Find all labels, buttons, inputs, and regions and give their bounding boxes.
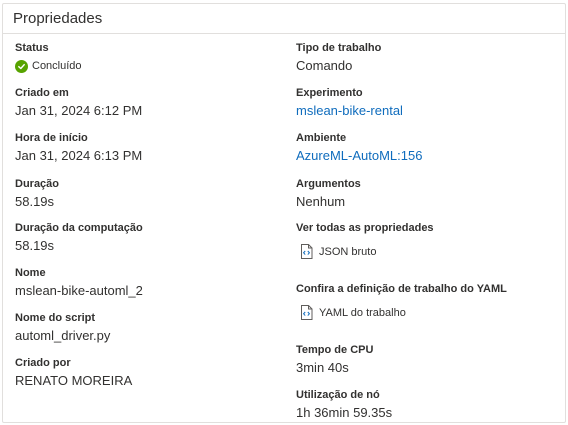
status-label: Status (15, 42, 49, 54)
yaml-link[interactable]: YAML do trabalho (300, 305, 507, 320)
script-field: Nome do script automl_driver.py (15, 312, 110, 344)
name-field: Nome mslean-bike-automl_2 (15, 267, 143, 299)
properties-panel: Propriedades Status Concluído Criado em … (2, 3, 566, 423)
status-field: Status Concluído (15, 42, 82, 74)
yaml-link-text[interactable]: YAML do trabalho (319, 307, 406, 319)
panel-header: Propriedades (3, 4, 565, 34)
created-field: Criado em Jan 31, 2024 6:12 PM (15, 87, 142, 119)
file-code-icon (300, 305, 313, 320)
job-type-field: Tipo de trabalho Comando (296, 42, 381, 74)
script-value: automl_driver.py (15, 328, 111, 343)
created-label: Criado em (15, 87, 69, 99)
node-usage-field: Utilização de nó 1h 36min 59.35s (296, 389, 392, 421)
node-usage-value: 1h 36min 59.35s (296, 405, 393, 420)
created-by-field: Criado por RENATO MOREIRA (15, 357, 132, 389)
raw-json-link-text[interactable]: JSON bruto (319, 246, 376, 258)
compute-duration-field: Duração da computação 58.19s (15, 222, 143, 254)
start-time-label: Hora de início (15, 132, 88, 144)
arguments-label: Argumentos (296, 178, 361, 190)
start-time-field: Hora de início Jan 31, 2024 6:13 PM (15, 132, 142, 164)
yaml-field: Confira a definição de trabalho do YAML … (296, 283, 507, 320)
experiment-label: Experimento (296, 87, 363, 99)
yaml-label: Confira a definição de trabalho do YAML (296, 283, 507, 295)
environment-link[interactable]: AzureML-AutoML:156 (296, 148, 422, 164)
status-value: Concluído (32, 60, 82, 72)
job-type-value: Comando (296, 58, 353, 73)
arguments-field: Argumentos Nenhum (296, 178, 361, 210)
cpu-time-label: Tempo de CPU (296, 344, 374, 356)
cpu-time-field: Tempo de CPU 3min 40s (296, 344, 373, 376)
raw-json-link[interactable]: JSON bruto (300, 244, 434, 259)
status-value-row: Concluído (15, 58, 82, 74)
experiment-link[interactable]: mslean-bike-rental (296, 103, 403, 119)
experiment-field: Experimento mslean-bike-rental (296, 87, 403, 119)
node-usage-label: Utilização de nó (296, 389, 380, 401)
duration-label: Duração (15, 178, 60, 190)
duration-field: Duração 58.19s (15, 178, 59, 210)
all-properties-label: Ver todas as propriedades (296, 222, 434, 234)
check-circle-icon (15, 59, 28, 73)
file-code-icon (300, 244, 313, 259)
job-type-label: Tipo de trabalho (296, 42, 382, 54)
environment-field: Ambiente AzureML-AutoML:156 (296, 132, 422, 164)
created-by-label: Criado por (15, 357, 71, 369)
created-by-value: RENATO MOREIRA (15, 373, 133, 388)
name-label: Nome (15, 267, 46, 279)
start-time-value: Jan 31, 2024 6:13 PM (15, 148, 143, 163)
duration-value: 58.19s (15, 194, 55, 209)
compute-duration-value: 58.19s (15, 238, 55, 253)
cpu-time-value: 3min 40s (296, 360, 349, 375)
arguments-value: Nenhum (296, 194, 346, 209)
panel-title: Propriedades (13, 10, 103, 27)
name-value: mslean-bike-automl_2 (15, 283, 143, 298)
created-value: Jan 31, 2024 6:12 PM (15, 103, 143, 118)
compute-duration-label: Duração da computação (15, 222, 143, 234)
environment-label: Ambiente (296, 132, 347, 144)
script-label: Nome do script (15, 312, 96, 324)
all-properties-field: Ver todas as propriedades JSON bruto (296, 222, 434, 259)
